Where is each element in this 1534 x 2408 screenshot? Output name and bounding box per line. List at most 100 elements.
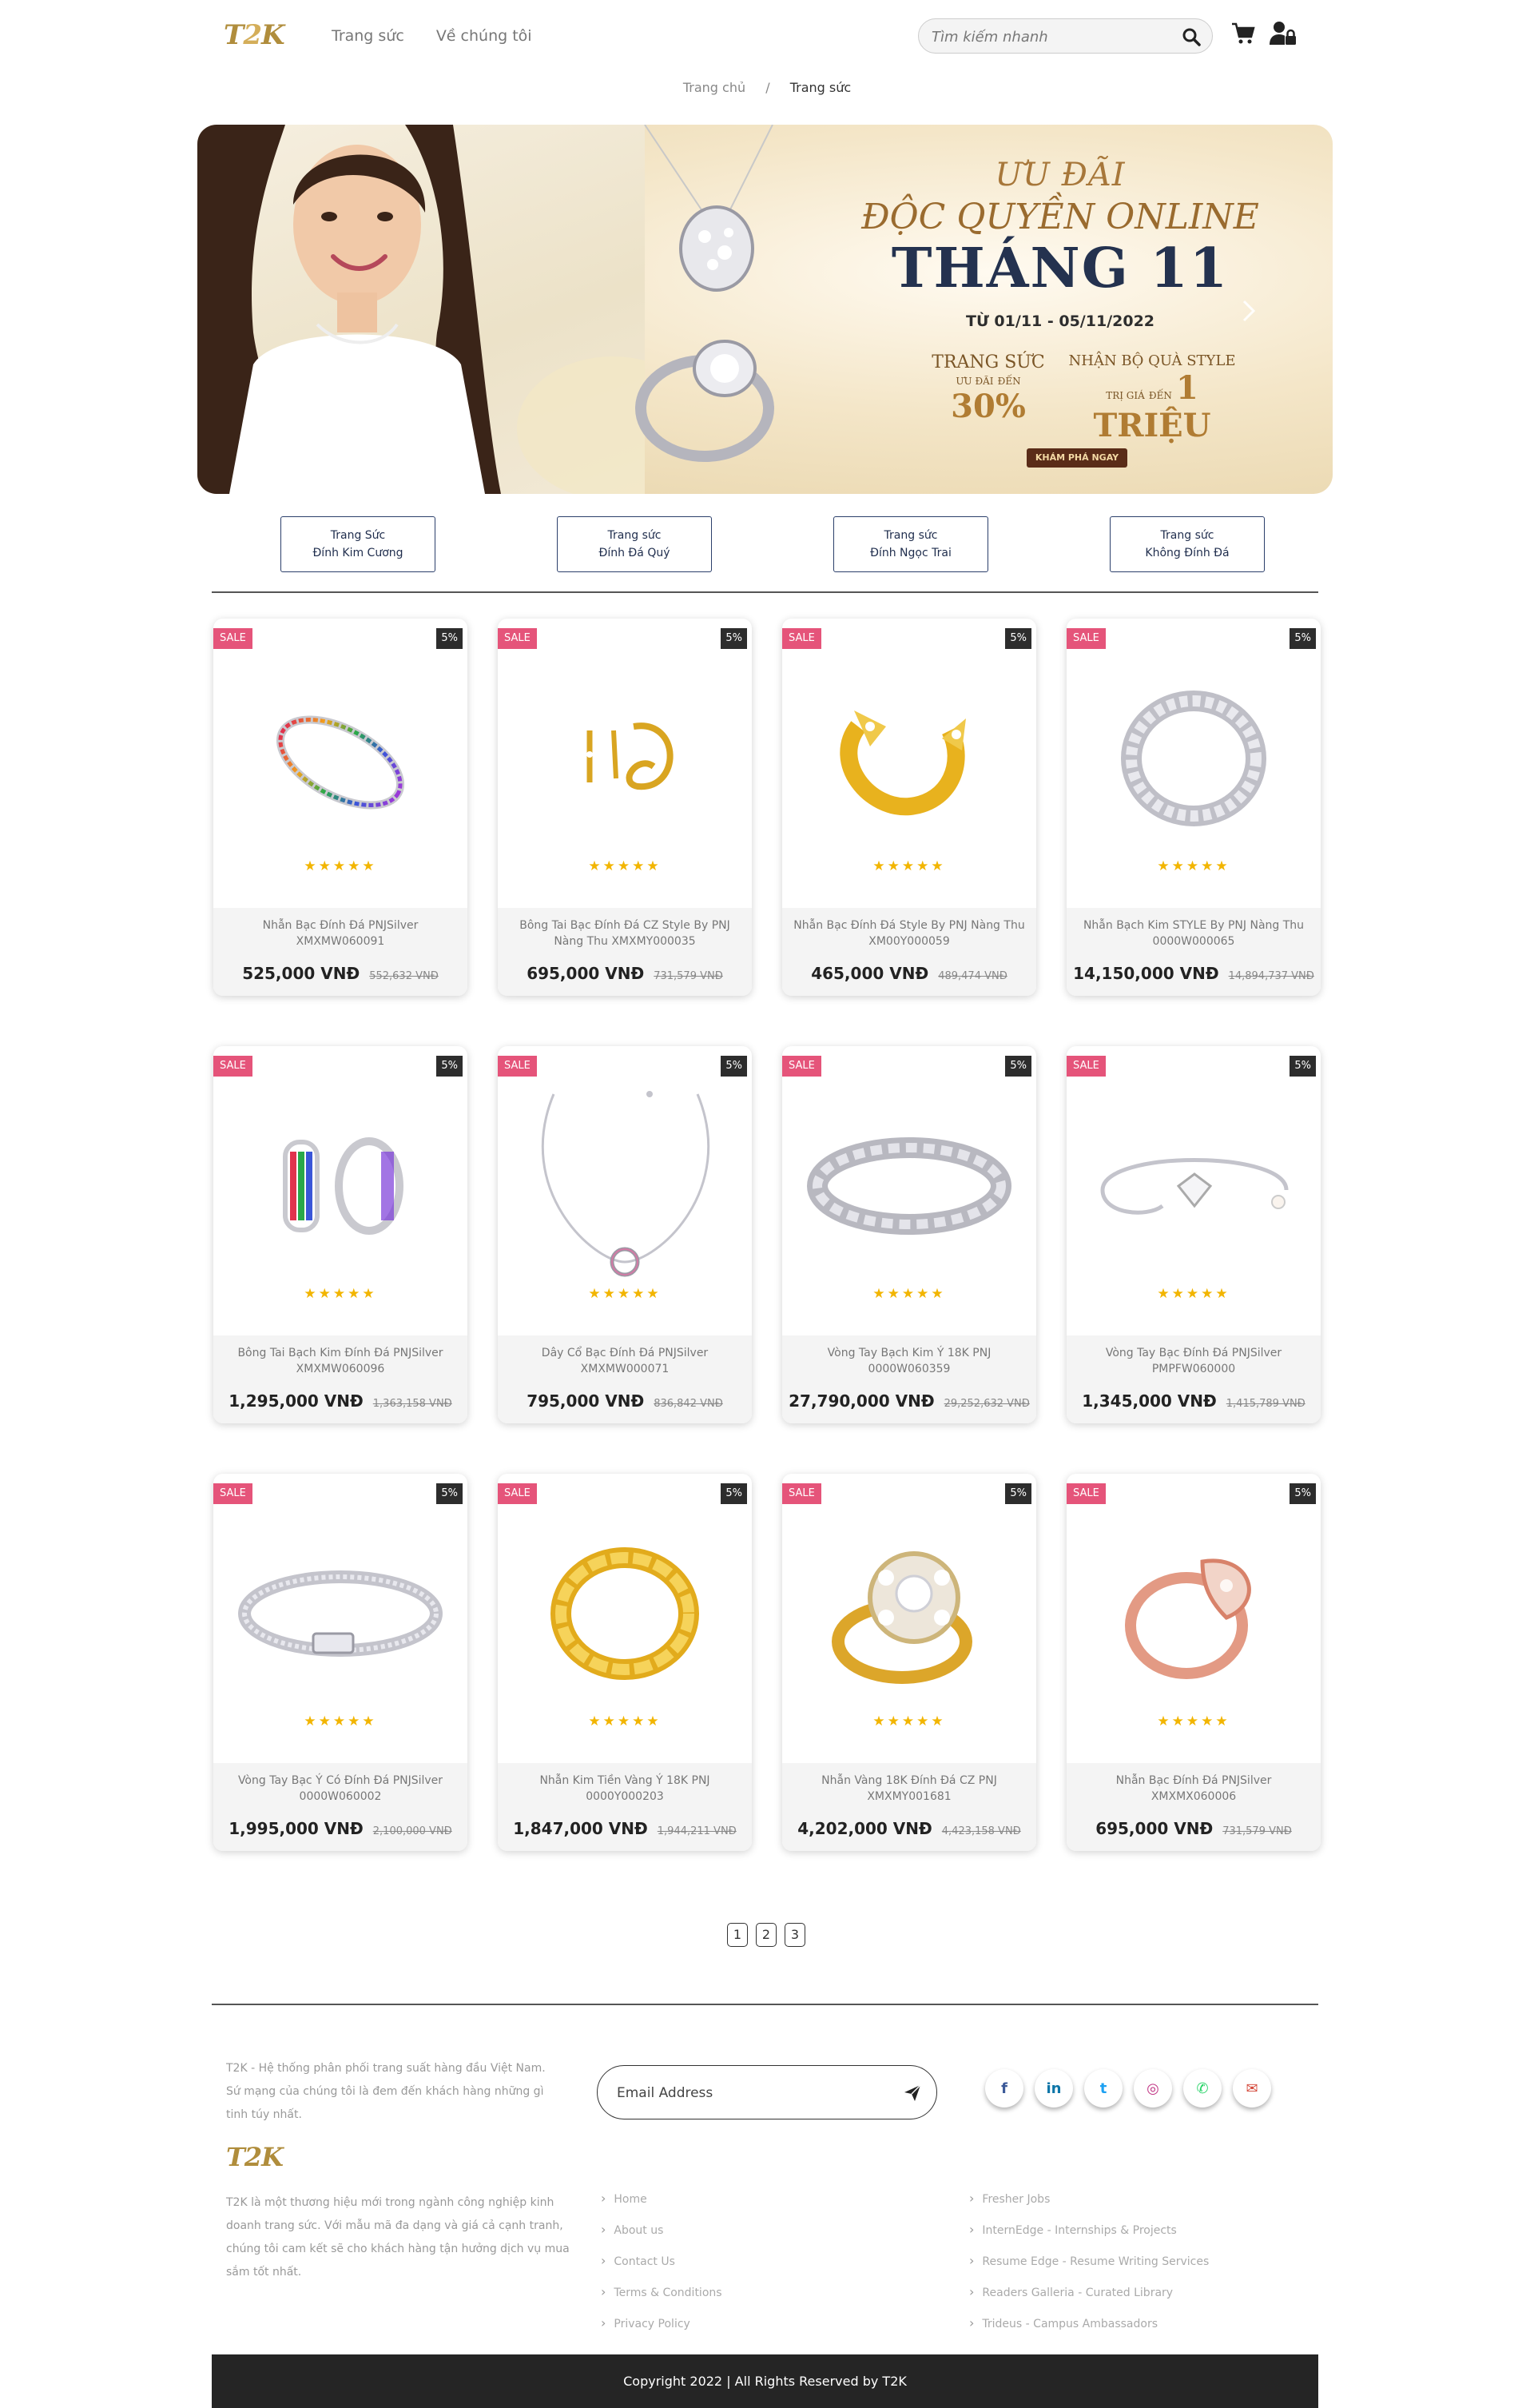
product-name[interactable]: Nhẫn Kim Tiền Vàng Ý 18K PNJ 0000Y000203 [506,1773,744,1805]
footer-link[interactable]: › Trideus - Campus Ambassadors [969,2308,1209,2339]
promo-discount-title: TRANG SỨC [932,352,1045,372]
facebook-icon[interactable]: f [985,2069,1023,2107]
product-image[interactable] [213,1506,467,1713]
footer-link[interactable]: › Contact Us [601,2246,722,2277]
product-card[interactable]: SALE 5% ★★★★★ Vòng Tay Bạc Ý Có Đính Đá PNJ… [213,1474,467,1851]
user-lock-icon[interactable] [1270,21,1297,46]
breadcrumb-current: Trang sức [789,80,852,95]
footer-logo[interactable]: T2K [226,2142,284,2172]
product-name[interactable]: Vòng Tay Bạc Ý Có Đính Đá PNJSilver 0000… [221,1773,459,1805]
cart-icon[interactable] [1231,22,1255,46]
current-price: 525,000 VNĐ [242,964,360,983]
discount-badge: 5% [721,628,747,649]
discount-badge: 5% [721,1483,747,1504]
original-price: 552,632 VNĐ [369,970,439,982]
footer-link[interactable]: › Resume Edge - Resume Writing Services [969,2246,1209,2277]
product-card[interactable]: SALE 5% ★★★★★ Nhẫn Bạc Đính Đá PNJSilver XM… [213,619,467,996]
product-card[interactable]: SALE 5% ★★★★★ Nhẫn Bạch Kim STYLE By PNJ Nà… [1067,619,1321,996]
nav-item-trang-suc[interactable]: Trang sức [332,27,404,45]
chevron-right-icon: › [601,2315,606,2330]
product-image[interactable] [1067,651,1321,858]
instagram-icon[interactable]: ◎ [1134,2069,1172,2107]
product-card[interactable]: SALE 5% ★★★★★ Dây Cổ Bạc Đính Đá PNJSilver … [498,1046,752,1423]
category-button-pearl[interactable]: Trang sức Đính Ngọc Trai [833,516,988,572]
category-label-2: Không Đính Đá [1145,547,1230,559]
footer-link[interactable]: › Readers Galleria - Curated Library [969,2277,1209,2308]
email-input[interactable] [617,2082,872,2104]
discount-badge: 5% [1290,1056,1316,1077]
footer-link[interactable]: › Fresher Jobs [969,2183,1209,2215]
footer-link-label: Resume Edge - Resume Writing Services [982,2255,1210,2268]
product-name[interactable]: Nhẫn Bạc Đính Đá PNJSilver XMXMX060006 [1075,1773,1313,1805]
product-image[interactable] [1067,1078,1321,1286]
product-card[interactable]: SALE 5% ★★★★★ Vòng Tay Bạch Kim Ý 18K PNJ 0… [782,1046,1036,1423]
product-name[interactable]: Nhẫn Bạc Đính Đá Style By PNJ Nàng Thu X… [790,917,1028,949]
product-name[interactable]: Dây Cổ Bạc Đính Đá PNJSilver XMXMW000071 [506,1345,744,1377]
footer-link-label: Privacy Policy [614,2318,690,2330]
product-image[interactable] [1067,1506,1321,1713]
product-image[interactable] [782,651,1036,858]
product-image[interactable] [213,1078,467,1286]
sale-badge: SALE [498,1483,537,1504]
product-name[interactable]: Bông Tai Bạch Kim Đính Đá PNJSilver XMXM… [221,1345,459,1377]
nav-item-ve-chung-toi[interactable]: Về chúng tôi [436,27,532,45]
product-name[interactable]: Nhẫn Vàng 18K Đính Đá CZ PNJ XMXMY001681 [790,1773,1028,1805]
product-image[interactable] [498,1506,752,1713]
current-price: 795,000 VNĐ [527,1391,645,1411]
sale-badge: SALE [498,1056,537,1077]
category-button-gemstone[interactable]: Trang sức Đính Đá Quý [557,516,712,572]
rating-stars: ★★★★★ [304,1286,377,1302]
promo-banner[interactable]: ƯU ĐÃI ĐỘC QUYỀN ONLINE THÁNG 11 TỪ 01/1… [197,125,1333,494]
product-card[interactable]: SALE 5% ★★★★★ Nhẫn Bạc Đính Đá PNJSilver XM… [1067,1474,1321,1851]
product-image[interactable] [782,1506,1036,1713]
product-card[interactable]: SALE 5% ★★★★★ Nhẫn Bạc Đính Đá Style By PNJ… [782,619,1036,996]
promo-gift-label-1: TRỊ GIÁ [1106,390,1145,401]
product-card[interactable]: SALE 5% ★★★★★ Nhẫn Kim Tiền Vàng Ý 18K PNJ … [498,1474,752,1851]
brand-logo[interactable]: T2K [224,19,285,51]
banner-cta-button[interactable]: KHÁM PHÁ NGAY [1027,448,1127,468]
page-button-3[interactable]: 3 [785,1923,805,1947]
product-card[interactable]: SALE 5% ★★★★★ Nhẫn Vàng 18K Đính Đá CZ PNJ … [782,1474,1036,1851]
search-box [918,18,1213,54]
search-input[interactable] [932,26,1163,47]
footer-link[interactable]: › About us [601,2215,722,2246]
product-card[interactable]: SALE 5% ★★★★★ Bông Tai Bạc Đính Đá CZ Style… [498,619,752,996]
search-icon[interactable] [1182,27,1201,46]
page-button-1[interactable]: 1 [727,1923,748,1947]
product-info: Vòng Tay Bạch Kim Ý 18K PNJ 0000W060359 2… [782,1335,1036,1423]
breadcrumb-home[interactable]: Trang chủ [683,80,745,95]
product-name[interactable]: Vòng Tay Bạch Kim Ý 18K PNJ 0000W060359 [790,1345,1028,1377]
current-price: 1,295,000 VNĐ [229,1391,364,1411]
product-card[interactable]: SALE 5% ★★★★★ Bông Tai Bạch Kim Đính Đá PNJ… [213,1046,467,1423]
mail-icon[interactable]: ✉ [1233,2069,1271,2107]
product-name[interactable]: Nhẫn Bạch Kim STYLE By PNJ Nàng Thu 0000… [1075,917,1313,949]
category-label-2: Đính Đá Quý [598,547,670,559]
category-button-diamond[interactable]: Trang Sức Đính Kim Cương [280,516,435,572]
whatsapp-icon[interactable]: ✆ [1183,2069,1222,2107]
chevron-right-icon[interactable] [1239,299,1258,323]
product-image[interactable] [782,1078,1036,1286]
original-price: 1,363,158 VNĐ [372,1398,452,1410]
category-button-no-stone[interactable]: Trang sức Không Đính Đá [1110,516,1265,572]
product-image[interactable] [213,651,467,858]
product-card[interactable]: SALE 5% ★★★★★ Vòng Tay Bạc Đính Đá PNJSilve… [1067,1046,1321,1423]
send-icon[interactable] [903,2084,922,2103]
footer-link[interactable]: › Privacy Policy [601,2308,722,2339]
product-price: 27,790,000 VNĐ 29,252,632 VNĐ [782,1391,1036,1411]
chevron-right-icon: › [601,2222,606,2237]
twitter-icon[interactable]: t [1084,2069,1123,2107]
linkedin-icon[interactable]: in [1035,2069,1073,2107]
page-button-2[interactable]: 2 [756,1923,777,1947]
footer-link[interactable]: › Home [601,2183,722,2215]
current-price: 465,000 VNĐ [811,964,929,983]
footer-link-label: Fresher Jobs [982,2193,1051,2206]
product-image[interactable] [498,1078,752,1286]
footer-link[interactable]: › Terms & Conditions [601,2277,722,2308]
original-price: 731,579 VNĐ [1222,1825,1292,1837]
original-price: 836,842 VNĐ [654,1398,723,1410]
product-name[interactable]: Nhẫn Bạc Đính Đá PNJSilver XMXMW060091 [221,917,459,949]
footer-link[interactable]: › InternEdge - Internships & Projects [969,2215,1209,2246]
product-image[interactable] [498,651,752,858]
product-name[interactable]: Bông Tai Bạc Đính Đá CZ Style By PNJ Nàn… [506,917,744,949]
product-name[interactable]: Vòng Tay Bạc Đính Đá PNJSilver PMPFW0600… [1075,1345,1313,1377]
